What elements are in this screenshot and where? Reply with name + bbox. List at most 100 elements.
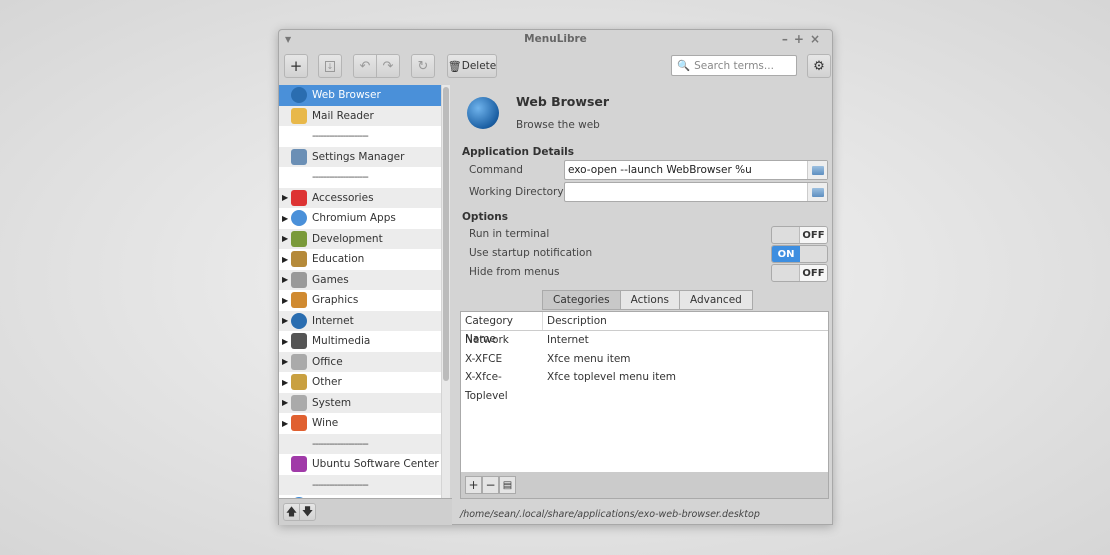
tree-item[interactable]: ▶ Office [279, 351, 441, 372]
scrollbar-thumb[interactable] [443, 87, 449, 381]
tree-footer: 🡅 🡇 [279, 498, 452, 525]
folder-icon [811, 187, 824, 197]
tree-item-label: Settings Manager [312, 150, 405, 163]
table-cell: X-Xfce-Toplevel [465, 371, 508, 402]
tree-item[interactable]: ▶ Games [279, 269, 441, 290]
separator: -------------------- [279, 167, 441, 188]
minimize-button[interactable]: – [782, 32, 794, 46]
expander-icon[interactable]: ▶ [282, 378, 288, 387]
expander-icon[interactable]: ▶ [282, 357, 288, 366]
tree-item[interactable]: ▶ Other [279, 372, 441, 393]
file-path: /home/sean/.local/share/applications/exo… [460, 509, 760, 520]
settings-button[interactable]: ⚙ [807, 54, 831, 78]
save-icon: ↓ [325, 60, 335, 72]
tree-item[interactable]: Web Browser [279, 85, 441, 106]
separator: -------------------- [279, 126, 441, 147]
workdir-field[interactable] [564, 182, 828, 202]
maximize-button[interactable]: + [794, 32, 810, 46]
categories-table[interactable]: Category Name Description Network Internet… [460, 311, 829, 473]
tree-item[interactable]: ▶ Accessories [279, 187, 441, 208]
tree-item-label: -------------------- [312, 437, 369, 450]
expander-icon[interactable]: ▶ [282, 398, 288, 407]
delete-label: Delete [461, 60, 497, 72]
app-comment[interactable]: Browse the web [516, 119, 600, 131]
expander-icon[interactable]: ▶ [282, 316, 288, 325]
tree-item[interactable]: ▶ Internet [279, 310, 441, 331]
command-value: exo-open --launch WebBrowser %u [568, 164, 752, 176]
add-category-button[interactable]: + [465, 476, 482, 494]
column-header[interactable]: Description [543, 312, 828, 330]
table-cell: Xfce menu item [547, 352, 631, 365]
close-button[interactable]: × [810, 32, 826, 46]
add-button[interactable]: + [284, 54, 308, 78]
tree-item[interactable]: ▶ Multimedia [279, 331, 441, 352]
tree-item-label: Mail Reader [312, 109, 374, 122]
tree-item-label: Other [312, 376, 342, 389]
games-icon [291, 271, 307, 288]
window-menu-icon[interactable]: ▼ [285, 30, 291, 49]
settings-icon [291, 148, 307, 165]
tab-actions[interactable]: Actions [619, 290, 680, 310]
option-switch[interactable]: ON [771, 245, 828, 263]
table-row[interactable]: Network Internet [461, 331, 828, 350]
tree-item[interactable]: Settings Manager [279, 146, 441, 167]
table-row[interactable]: X-XFCE Xfce menu item [461, 350, 828, 369]
expander-icon[interactable]: ▶ [282, 193, 288, 202]
option-label: Run in terminal [469, 228, 550, 240]
table-cell: Internet [547, 334, 589, 346]
column-header[interactable]: Category Name [461, 312, 543, 345]
option-switch[interactable]: OFF [771, 264, 828, 282]
tree-item[interactable]: ▶ Wine [279, 413, 441, 434]
tree-item-label: Graphics [312, 294, 359, 307]
workdir-label: Working Directory [469, 186, 564, 198]
expander-icon[interactable]: ▶ [282, 337, 288, 346]
move-up-button[interactable]: 🡅 [283, 503, 300, 521]
undo-button[interactable]: ↶ [353, 54, 377, 78]
command-field[interactable]: exo-open --launch WebBrowser %u [564, 160, 828, 180]
move-down-button[interactable]: 🡇 [299, 503, 316, 521]
browse-command-button[interactable] [807, 161, 827, 179]
tree-item[interactable]: Ubuntu Software Center [279, 454, 441, 475]
search-placeholder: Search terms... [694, 59, 774, 72]
menu-tree[interactable]: Web Browser Mail Reader ------------------… [279, 85, 441, 498]
expander-icon[interactable]: ▶ [282, 255, 288, 264]
save-button[interactable]: ↓ [318, 54, 342, 78]
remove-category-button[interactable]: − [482, 476, 499, 494]
app-icon[interactable] [467, 97, 499, 129]
tree-item-label: Development [312, 232, 383, 245]
tab-advanced[interactable]: Advanced [678, 290, 753, 310]
expander-icon[interactable]: ▶ [282, 234, 288, 243]
trash-icon: 🗑 [447, 59, 462, 73]
tree-item[interactable]: ▶ Graphics [279, 290, 441, 311]
option-switch[interactable]: OFF [771, 226, 828, 244]
office-icon [291, 353, 307, 370]
scrollbar[interactable] [442, 85, 450, 498]
expander-icon[interactable]: ▶ [282, 214, 288, 223]
tree-item-label: Chromium Apps [312, 212, 396, 225]
tree-item-label: Wine [312, 417, 339, 430]
tree-item[interactable]: ▶ Education [279, 249, 441, 270]
tab-bar: Categories Actions Advanced [542, 290, 753, 310]
categories-toolbar: + − ▤ [460, 472, 829, 499]
tree-item[interactable]: ▶ System [279, 392, 441, 413]
clear-categories-button[interactable]: ▤ [499, 476, 516, 494]
tree-item[interactable]: ▶ Development [279, 228, 441, 249]
education-icon [291, 251, 307, 268]
tree-item[interactable]: Mail Reader [279, 105, 441, 126]
tab-categories[interactable]: Categories [542, 290, 621, 310]
app-name[interactable]: Web Browser [516, 94, 609, 109]
table-row[interactable]: X-Xfce-Toplevel Xfce toplevel menu item [461, 368, 828, 402]
redo-button[interactable]: ↷ [376, 54, 400, 78]
browse-workdir-button[interactable] [807, 183, 827, 201]
expander-icon[interactable]: ▶ [282, 275, 288, 284]
delete-button[interactable]: 🗑 Delete [447, 54, 497, 78]
search-input[interactable]: 🔍 Search terms... [671, 55, 797, 76]
tree-item[interactable]: ▶ Chromium Apps [279, 208, 441, 229]
expander-icon[interactable]: ▶ [282, 419, 288, 428]
tree-item-label: Office [312, 355, 343, 368]
revert-button[interactable]: ↻ [411, 54, 435, 78]
search-icon: 🔍 [677, 60, 691, 72]
expander-icon[interactable]: ▶ [282, 296, 288, 305]
option-label: Use startup notification [469, 247, 593, 259]
window-controls: –+× [782, 30, 826, 49]
